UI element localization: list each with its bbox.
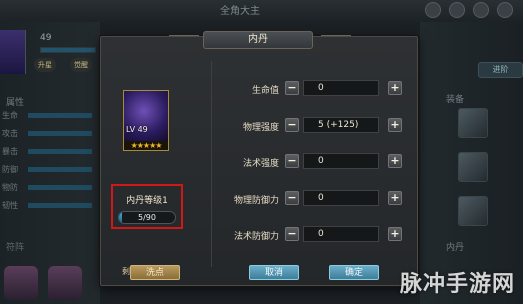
equip-slot-boots[interactable] — [458, 196, 488, 226]
confirm-button[interactable]: 确定 — [329, 265, 379, 280]
formation-tile[interactable] — [48, 266, 82, 300]
attribute-label: 物理防御力 — [233, 196, 279, 206]
equip-label: 装备 — [446, 95, 465, 105]
bag-icon[interactable] — [425, 2, 441, 18]
attribute-row-physical-defense: 物理防御力 − 0 + — [219, 190, 409, 208]
bg-attr-label: 物防 — [2, 183, 18, 192]
bg-attr-label: 生命 — [2, 111, 18, 120]
star-rating: ★★★★★ — [123, 141, 169, 151]
bg-attr-label: 暴击 — [2, 147, 18, 156]
decrease-magic-defense-button[interactable]: − — [285, 227, 299, 241]
decrease-physical-power-button[interactable]: − — [285, 118, 299, 132]
formation-label: 符阵 — [6, 243, 25, 253]
hero-avatar: LV 49 — [123, 90, 169, 142]
core-level-label: 内丹等级1 — [126, 196, 168, 206]
inner-core-dialog: 内丹 LV 49 ★★★★★ 内丹等级1 5/90 剩余属性点：0 生命值 − … — [100, 31, 418, 286]
hero-exp-bar — [40, 47, 96, 53]
attribute-row-magic-defense: 法术防御力 − 0 + — [219, 226, 409, 244]
core-level-highlight: 内丹等级1 5/90 — [111, 184, 183, 229]
attribute-row-hp: 生命值 − 0 + — [219, 80, 409, 98]
progress-text: 5/90 — [138, 213, 156, 222]
attribute-row-physical-power: 物理强度 − 5 (+125) + — [219, 117, 409, 135]
advance-button[interactable]: 进阶 — [478, 62, 523, 78]
avatar-level: LV 49 — [126, 125, 148, 134]
bg-attr-row: 攻击 — [2, 128, 98, 140]
increase-physical-power-button[interactable]: + — [388, 118, 402, 132]
bg-attr-row: 物防 — [2, 182, 98, 194]
attribute-label: 生命值 — [251, 86, 279, 96]
bg-attr-row: 韧性 — [2, 200, 98, 212]
increase-hp-button[interactable]: + — [388, 81, 402, 95]
attribute-label: 法术强度 — [242, 159, 279, 169]
site-watermark: 脉冲手游网 — [399, 272, 515, 297]
panel-divider — [211, 61, 212, 267]
bg-attr-row: 生命 — [2, 110, 98, 122]
attribute-value: 0 — [303, 190, 379, 206]
bg-attr-label: 攻击 — [2, 129, 18, 138]
bg-attr-label: 韧性 — [2, 201, 18, 210]
attribute-value: 0 — [303, 153, 379, 169]
decrease-physical-defense-button[interactable]: − — [285, 191, 299, 205]
attribute-label: 物理强度 — [242, 123, 279, 133]
formation-tile[interactable] — [4, 266, 38, 300]
attribute-value: 0 — [303, 80, 379, 96]
title-ornament — [321, 35, 351, 45]
title-ornament — [169, 35, 199, 45]
awaken-button[interactable]: 觉醒 — [70, 58, 92, 72]
attribute-row-magic-power: 法术强度 − 0 + — [219, 153, 409, 171]
attribute-label: 法术防御力 — [233, 232, 279, 242]
mail-icon[interactable] — [449, 2, 465, 18]
gift-icon[interactable] — [473, 2, 489, 18]
bg-attr-row: 暴击 — [2, 146, 98, 158]
bg-attr-label: 防御 — [2, 165, 18, 174]
wash-points-button[interactable]: 洗点 — [130, 265, 180, 280]
equip-slot-armor[interactable] — [458, 152, 488, 182]
bg-attr-row: 防御 — [2, 164, 98, 176]
background-title: 全角大主 — [220, 6, 260, 17]
core-exp-progress: 5/90 — [118, 211, 176, 224]
increase-physical-defense-button[interactable]: + — [388, 191, 402, 205]
upgrade-star-button[interactable]: 升星 — [34, 58, 56, 72]
decrease-magic-power-button[interactable]: − — [285, 154, 299, 168]
attribute-section-title: 属性 — [6, 98, 25, 108]
increase-magic-defense-button[interactable]: + — [388, 227, 402, 241]
settings-icon[interactable] — [497, 2, 513, 18]
dialog-title: 内丹 — [203, 31, 313, 49]
hero-portrait — [0, 30, 26, 74]
attribute-value: 5 (+125) — [303, 117, 379, 133]
equip-slot-weapon[interactable] — [458, 108, 488, 138]
hero-level: 49 — [40, 33, 52, 43]
cancel-button[interactable]: 取消 — [249, 265, 299, 280]
increase-magic-power-button[interactable]: + — [388, 154, 402, 168]
decrease-hp-button[interactable]: − — [285, 81, 299, 95]
core-label: 内丹 — [446, 243, 465, 253]
core-info-panel: LV 49 ★★★★★ 内丹等级1 5/90 剩余属性点：0 — [110, 67, 202, 277]
attribute-value: 0 — [303, 226, 379, 242]
